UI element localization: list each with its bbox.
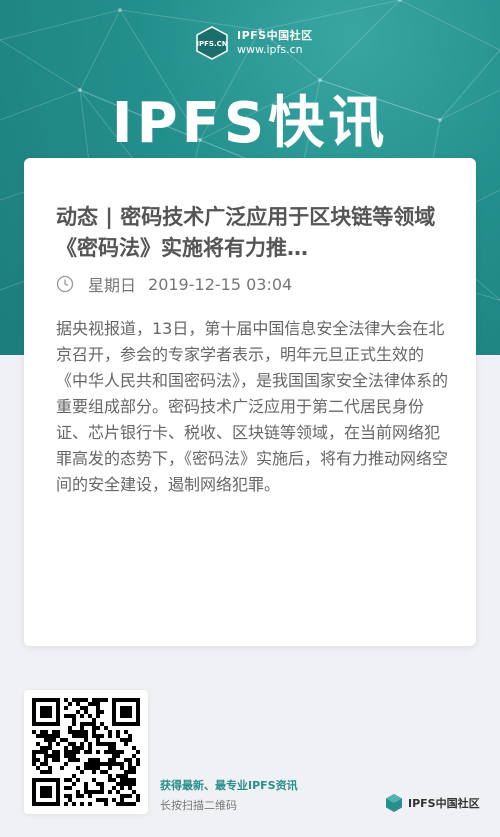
footer-hint: 长按扫描二维码 [160, 799, 237, 812]
brand-url: www.ipfs.cn [237, 43, 303, 56]
qr-code [24, 690, 148, 814]
article-meta: 星期日 2019-12-15 03:04 [56, 272, 292, 296]
qr-code-graphic [32, 698, 140, 806]
article-card: 动态 | 密码技术广泛应用于区块链等领域 《密码法》实施将有力推… 星期日 20… [24, 158, 476, 646]
brand-header: IPFS.CN IPFS中国社区 www.ipfs.cn [195, 26, 313, 60]
clock-icon [56, 275, 74, 293]
ipfs-cube-logo-icon [386, 794, 402, 812]
article-weekday: 星期日 [88, 276, 137, 295]
ipfs-cube-logo-icon: IPFS.CN [195, 26, 229, 60]
brand-logo-text: IPFS.CN [196, 40, 227, 48]
article-body: 据央视报道，13日，第十届中国信息安全法律大会在北京召开，参会的专家学者表示，明… [56, 319, 449, 494]
hero-title: IPFS快讯 [111, 91, 389, 156]
article-datetime: 2019-12-15 03:04 [148, 274, 293, 294]
brand-name: IPFS中国社区 [237, 29, 313, 42]
footer-tagline: 获得最新、最专业IPFS资讯 [160, 779, 298, 792]
footer-logo-text: IPFS中国社区 [408, 797, 480, 810]
article-title: 动态 | 密码技术广泛应用于区块链等领域 《密码法》实施将有力推… [56, 205, 436, 260]
footer-logo: IPFS中国社区 [384, 793, 480, 813]
